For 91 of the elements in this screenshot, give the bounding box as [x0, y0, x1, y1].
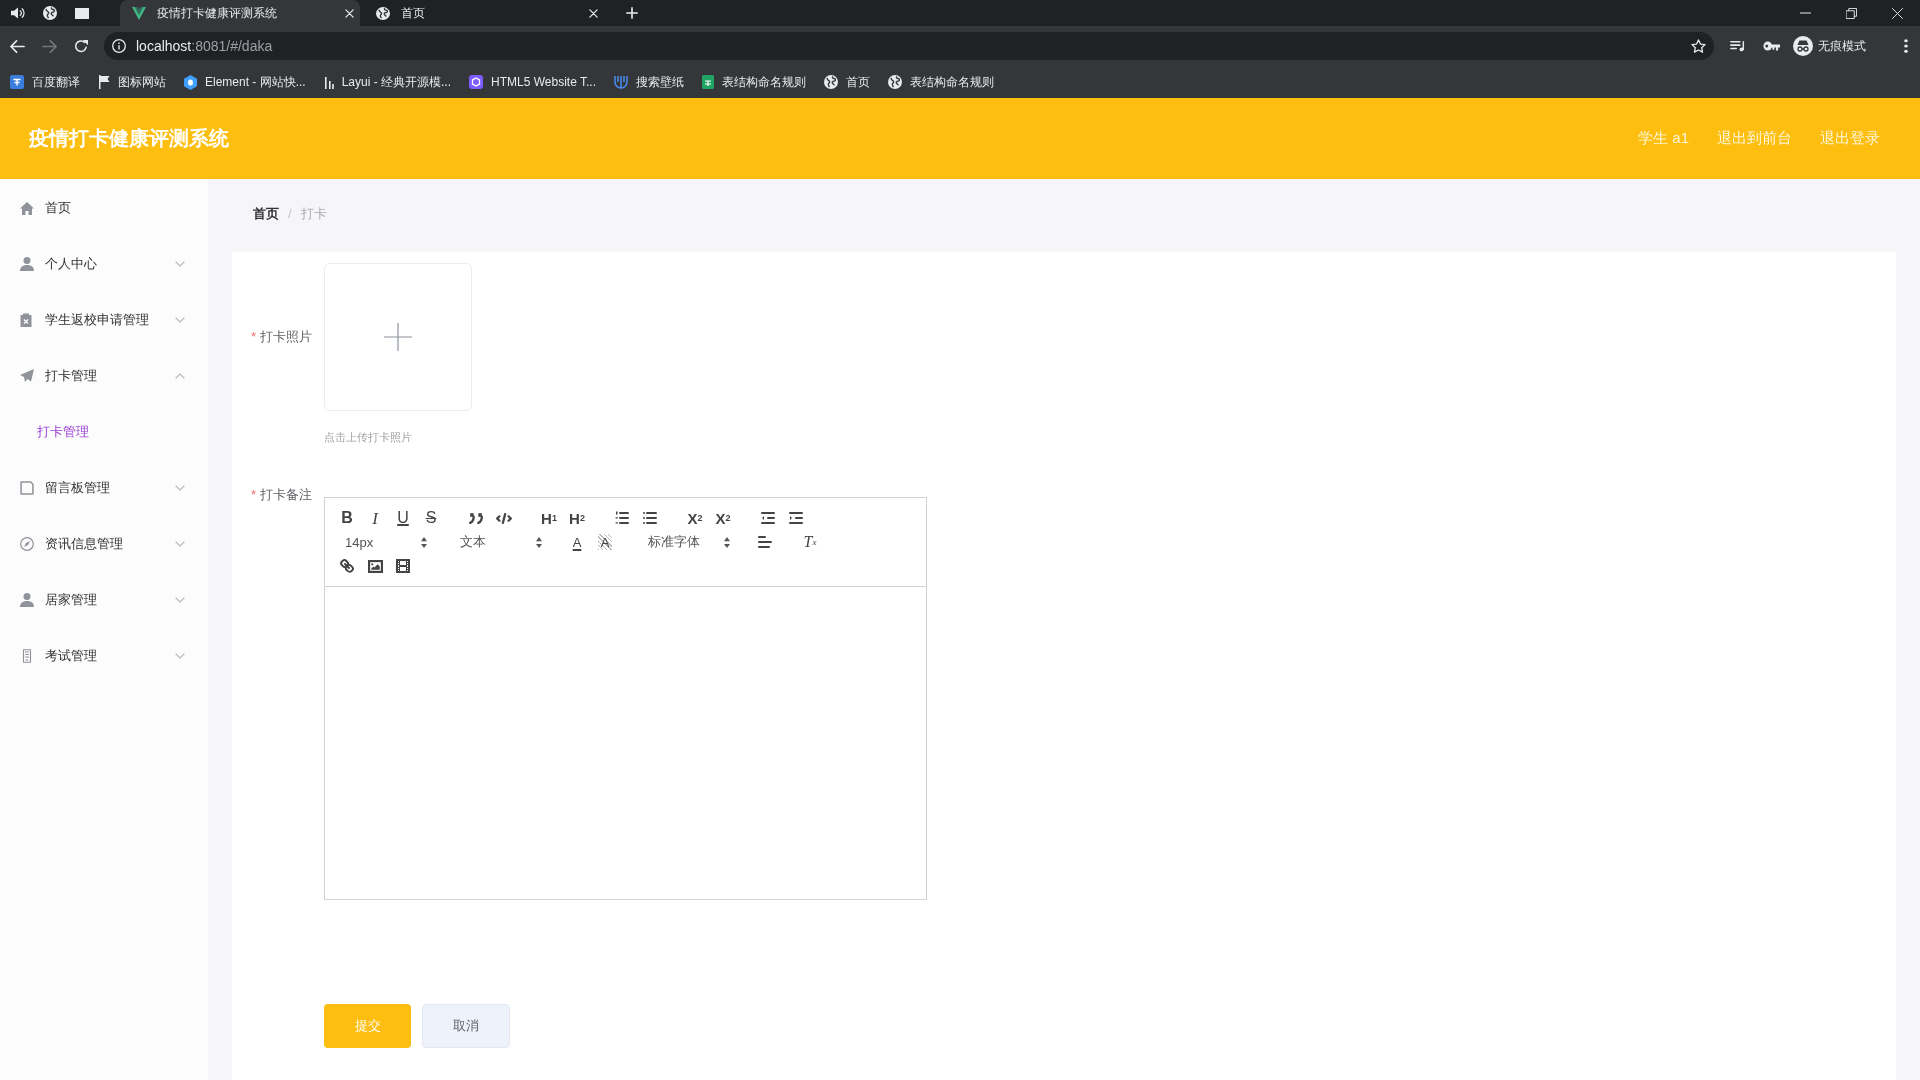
numbered-list-icon[interactable] [615, 511, 629, 525]
v-logo-icon [132, 6, 146, 20]
code-icon[interactable] [496, 512, 512, 524]
bookmark[interactable]: Layui - 经典开源模... [317, 70, 458, 94]
tile-icon [10, 75, 24, 89]
speaker-icon [11, 7, 25, 19]
globe-icon [43, 6, 57, 20]
compass-icon [20, 537, 34, 551]
sidebar-item[interactable]: 打卡管理 [0, 348, 208, 404]
paper-plane-icon [20, 369, 34, 383]
key-icon[interactable] [1763, 41, 1780, 51]
rectangle-icon [75, 7, 89, 19]
updown-arrows-icon [724, 536, 730, 548]
bookmark[interactable]: HTML5 Website T... [463, 70, 602, 94]
bullet-list-icon[interactable] [643, 511, 657, 525]
bookmark[interactable]: 百度翻译 [4, 70, 86, 94]
toolbar-dropdown[interactable]: 标准字体 [636, 530, 734, 554]
text-color-button[interactable]: A [563, 530, 591, 554]
close-icon[interactable] [1891, 7, 1903, 19]
globe-icon [376, 6, 390, 20]
spreadsheet-icon [702, 75, 714, 89]
link-icon[interactable] [340, 559, 354, 573]
app-title: 疫情打卡健康评测系统 [29, 126, 229, 151]
underline-button[interactable]: U [389, 506, 417, 530]
sidebar-item[interactable]: 留言板管理 [0, 460, 208, 516]
bold-button[interactable]: B [333, 506, 361, 530]
cancel-button[interactable]: 取消 [422, 1004, 510, 1048]
profile-button[interactable]: 无痕模式 [1793, 36, 1866, 56]
breadcrumb-current: 打卡 [300, 207, 327, 221]
reload-icon[interactable] [74, 39, 88, 53]
upload-hint: 点击上传打卡照片 [324, 431, 413, 444]
incognito-icon [1793, 36, 1813, 56]
breadcrumb-link[interactable]: 首页 [253, 207, 279, 221]
person-icon [20, 593, 34, 607]
restore-icon[interactable] [1845, 7, 1857, 19]
bookmark[interactable]: 首页 [818, 70, 876, 94]
flag-icon [98, 75, 110, 89]
address-bar[interactable]: localhost:8081/#/daka [104, 32, 1714, 60]
more-icon[interactable] [1904, 39, 1908, 53]
sidebar-item[interactable]: 居家管理 [0, 572, 208, 628]
form-label: 打卡照片 [260, 330, 312, 344]
film-icon[interactable] [396, 559, 410, 573]
browser-tab[interactable]: 首页 [364, 0, 604, 26]
person-icon [20, 257, 34, 271]
phone-icon [22, 649, 32, 663]
globe-icon [888, 75, 902, 89]
toolbar-dropdown[interactable]: 14px [333, 530, 431, 554]
sidebar-item[interactable]: 个人中心 [0, 236, 208, 292]
bars-icon [323, 75, 334, 89]
toolbar-dropdown[interactable]: 文本 [448, 530, 546, 554]
form-label: 打卡备注 [260, 488, 312, 502]
close-tab-icon[interactable] [345, 8, 354, 18]
hexagon-icon [184, 74, 197, 90]
home-icon [20, 201, 34, 215]
star-icon[interactable] [1691, 39, 1706, 53]
indent-icon[interactable] [789, 511, 803, 525]
close-tab-icon[interactable] [589, 8, 598, 18]
browser-tab[interactable]: 疫情打卡健康评测系统 [120, 0, 360, 26]
bookmark[interactable]: 表结构命名规则 [882, 70, 1000, 94]
minimize-icon[interactable] [1799, 12, 1811, 14]
plus-icon [384, 323, 412, 351]
trident-icon [614, 75, 628, 89]
align-left-icon[interactable] [758, 535, 772, 549]
sidebar-subitem[interactable]: 打卡管理 [0, 404, 208, 460]
image-icon[interactable] [367, 559, 383, 573]
back-icon[interactable] [9, 39, 25, 53]
bookmark[interactable]: 图标网站 [92, 70, 172, 94]
globe-icon [824, 75, 838, 89]
required-mark: * [250, 330, 256, 344]
breadcrumb-separator: / [288, 207, 292, 221]
outdent-icon[interactable] [761, 511, 775, 525]
sidebar-item[interactable]: 资讯信息管理 [0, 516, 208, 572]
info-icon[interactable] [112, 39, 126, 53]
bookmark[interactable]: Element - 网站快... [178, 70, 312, 94]
updown-arrows-icon [421, 536, 427, 548]
strikethrough-button[interactable]: S [417, 506, 445, 530]
sidebar-item[interactable]: 首页 [0, 180, 208, 236]
quote-icon[interactable] [469, 512, 483, 524]
clipboard-icon [20, 313, 32, 327]
italic-button[interactable]: I [361, 506, 389, 530]
plus-icon[interactable] [626, 7, 638, 19]
superscript-button[interactable]: X$^{2}$ [709, 506, 737, 530]
sidebar-item[interactable]: 学生返校申请管理 [0, 292, 208, 348]
updown-arrows-icon [536, 536, 542, 548]
sidebar-item[interactable]: 考试管理 [0, 628, 208, 684]
media-control-icon[interactable] [1730, 40, 1746, 52]
hexagon-tile-icon [469, 75, 484, 89]
bookmark[interactable]: 表结构命名规则 [696, 70, 812, 94]
url-text: localhost:8081/#/daka [136, 38, 273, 54]
required-mark: * [250, 488, 256, 502]
bookmark[interactable]: 搜索壁纸 [608, 70, 690, 94]
